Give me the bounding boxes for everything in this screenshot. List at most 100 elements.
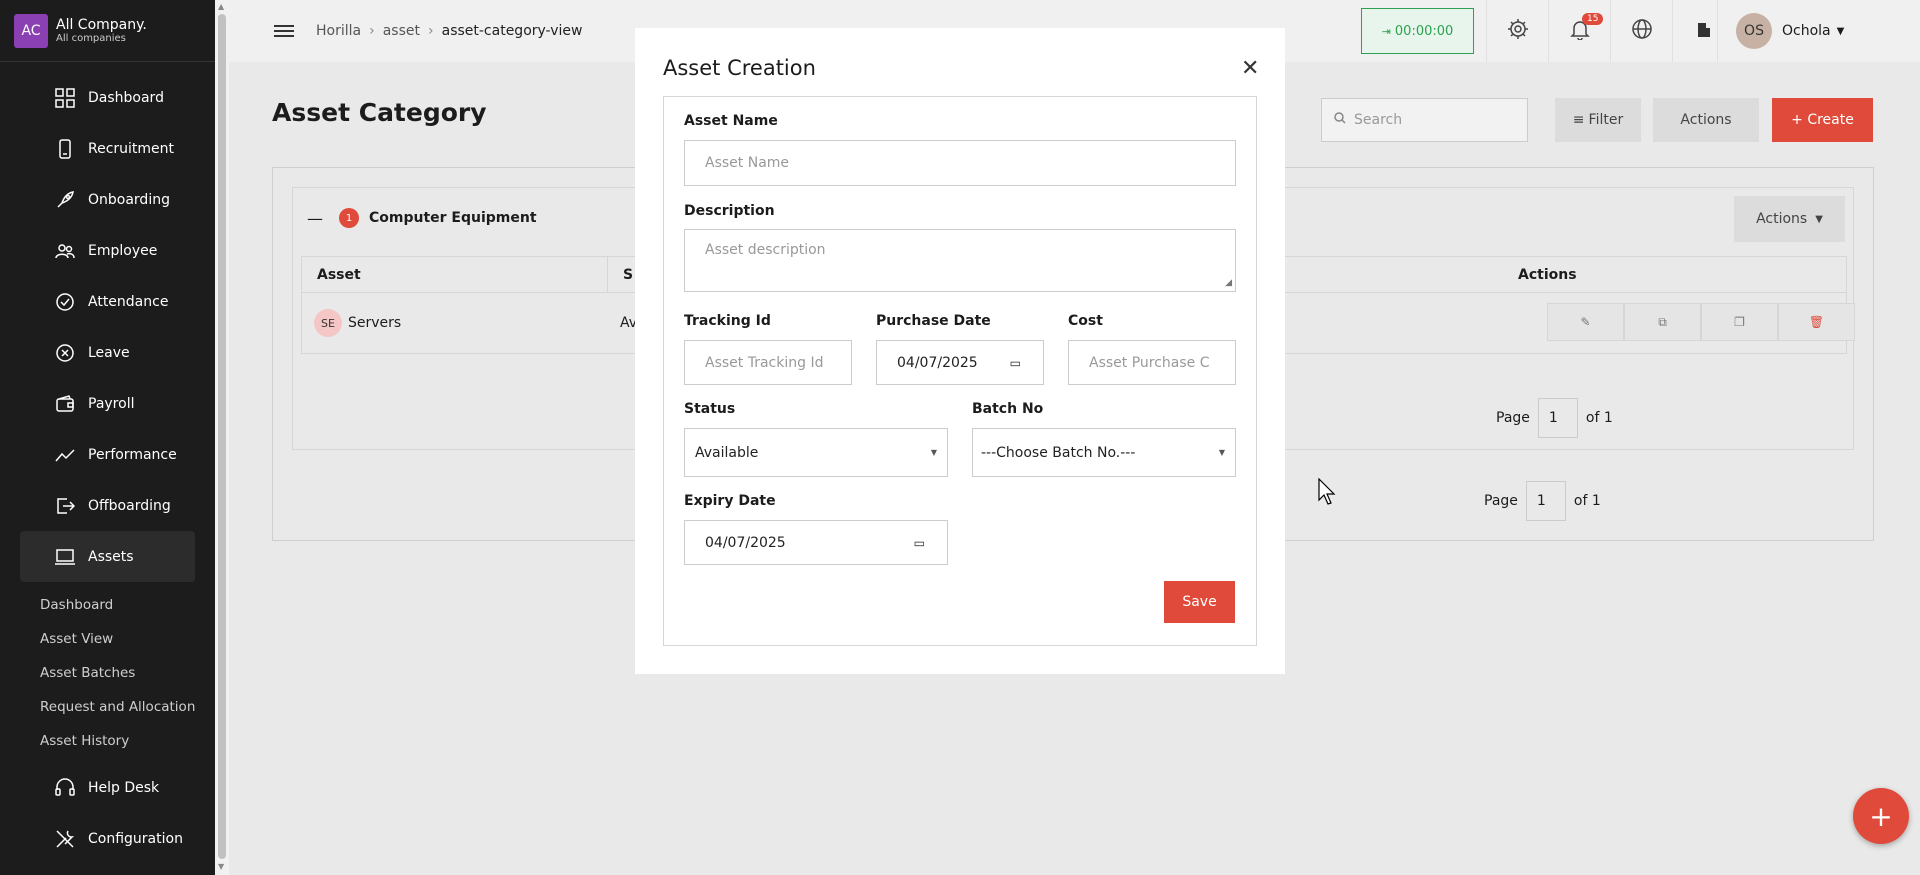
page-total: of 1 [1585, 410, 1613, 426]
chevron-down-icon: ▼ [1836, 25, 1845, 37]
notification-badge: 15 [1582, 13, 1604, 25]
chevron-down-icon: ▼ [1218, 448, 1225, 457]
sidebar-item-onboarding[interactable]: Onboarding [20, 174, 195, 225]
sidebar-subitem-request-allocation[interactable]: Request and Allocation [40, 690, 215, 724]
header-asset: Asset [302, 256, 608, 293]
company-switcher[interactable]: AC All Company. All companies [0, 0, 215, 62]
sidebar-item-dashboard[interactable]: Dashboard [20, 72, 195, 123]
grid-icon [54, 87, 76, 109]
status-label: Status [684, 401, 736, 417]
sidebar-item-assets[interactable]: Assets [20, 531, 195, 582]
filter-label: Filter [1588, 112, 1624, 128]
trash-icon[interactable]: 🗑 [1778, 303, 1855, 341]
sidebar-item-payroll[interactable]: Payroll [20, 378, 195, 429]
notifications-button[interactable]: 15 [1548, 0, 1610, 62]
save-button[interactable]: Save [1164, 581, 1235, 623]
page-title: Asset Category [272, 98, 487, 127]
header-actions: Actions [1518, 266, 1577, 283]
resize-handle-icon[interactable]: ◢ [1225, 278, 1232, 288]
menu-icon[interactable] [274, 22, 294, 40]
status-select[interactable]: Available ▼ [684, 428, 948, 477]
sidebar-item-help-desk[interactable]: Help Desk [20, 762, 195, 813]
building-icon [1697, 21, 1711, 41]
tracking-id-label: Tracking Id [684, 313, 771, 329]
mouse-cursor-icon [1318, 477, 1338, 510]
rocket-icon [54, 189, 76, 211]
edit-icon[interactable]: ✎ [1547, 303, 1624, 341]
caret-down-icon: ▼ [1815, 213, 1823, 225]
actions-label: Actions [1680, 112, 1732, 128]
sidebar-scrollbar[interactable]: ▲ ▼ [215, 0, 229, 875]
group-actions-label: Actions [1756, 211, 1808, 227]
sidebar-item-attendance[interactable]: Attendance [20, 276, 195, 327]
scroll-thumb[interactable] [218, 14, 226, 859]
sidebar-item-label: Assets [88, 548, 134, 565]
company-avatar: AC [14, 13, 48, 48]
copy-icon[interactable]: ❐ [1701, 303, 1778, 341]
page-label: Page [1496, 410, 1530, 426]
gear-icon [1507, 18, 1529, 44]
settings-button[interactable] [1486, 0, 1548, 62]
sidebar-item-label: Dashboard [88, 89, 164, 106]
avatar: SE [314, 309, 342, 337]
close-icon[interactable]: ✕ [1241, 56, 1259, 81]
actions-button[interactable]: Actions [1653, 98, 1759, 142]
asset-name: Servers [348, 315, 402, 331]
sidebar-item-recruitment[interactable]: Recruitment [20, 123, 195, 174]
sidebar-subitem-asset-batches[interactable]: Asset Batches [40, 656, 215, 690]
page-input[interactable]: 1 [1537, 398, 1578, 438]
sidebar-subitem-asset-view[interactable]: Asset View [40, 622, 215, 656]
scroll-down-icon[interactable]: ▼ [218, 862, 224, 871]
description-placeholder: Asset description [705, 242, 826, 258]
sidebar-item-offboarding[interactable]: Offboarding [20, 480, 195, 531]
x-circle-icon [54, 342, 76, 364]
breadcrumb-item[interactable]: asset [383, 23, 420, 39]
sidebar-item-leave[interactable]: Leave [20, 327, 195, 378]
page-total: of 1 [1573, 493, 1601, 509]
sidebar-item-employee[interactable]: Employee [20, 225, 195, 276]
expiry-date-input[interactable]: 04/07/2025 ▭ [684, 520, 948, 565]
batch-no-select[interactable]: ---Choose Batch No.--- ▼ [972, 428, 1236, 477]
sidebar-item-configuration[interactable]: Configuration [20, 813, 195, 864]
chevron-down-icon: ▼ [930, 448, 937, 457]
sidebar-item-label: Leave [88, 344, 130, 361]
phone-icon [54, 138, 76, 160]
language-button[interactable] [1610, 0, 1672, 62]
duplicate-icon[interactable]: ⧉ [1624, 303, 1701, 341]
clock-in-icon: ⇥ [1381, 24, 1391, 38]
scroll-up-icon[interactable]: ▲ [218, 2, 224, 11]
description-textarea[interactable]: Asset description ◢ [684, 229, 1236, 292]
breadcrumb-current: asset-category-view [441, 23, 583, 39]
purchase-date-input[interactable]: 04/07/2025 ▭ [876, 340, 1044, 385]
user-menu[interactable]: OS Ochola ▼ [1717, 0, 1844, 62]
page-label: Page [1484, 493, 1518, 509]
breadcrumb-item[interactable]: Horilla [316, 23, 361, 39]
header-batch: No [1248, 267, 1518, 283]
tools-icon [54, 828, 76, 850]
filter-icon: ≡ [1572, 112, 1585, 128]
purchase-date-label: Purchase Date [876, 313, 991, 329]
sidebar-item-performance[interactable]: Performance [20, 429, 195, 480]
expiry-date-label: Expiry Date [684, 493, 776, 509]
group-actions-button[interactable]: Actions ▼ [1734, 196, 1845, 242]
calendar-icon[interactable]: ▭ [1010, 356, 1021, 370]
add-fab-button[interactable]: + [1853, 788, 1909, 844]
sidebar-item-label: Performance [88, 446, 177, 463]
cost-input[interactable]: Asset Purchase C [1068, 340, 1236, 385]
create-button[interactable]: + Create [1772, 98, 1873, 142]
asset-name-input[interactable]: Asset Name [684, 140, 1236, 186]
sidebar-subitem-asset-history[interactable]: Asset History [40, 724, 215, 758]
calendar-icon[interactable]: ▭ [914, 536, 925, 550]
tracking-id-input[interactable]: Asset Tracking Id [684, 340, 852, 385]
search-input[interactable]: Search [1321, 98, 1528, 142]
search-icon [1334, 112, 1346, 128]
clock-in-button[interactable]: ⇥ 00:00:00 [1361, 8, 1474, 54]
sidebar-item-label: Payroll [88, 395, 135, 412]
pagination: Page 1 of 1 [1496, 398, 1613, 438]
sidebar-subitem-dashboard[interactable]: Dashboard [40, 588, 215, 622]
filter-button[interactable]: ≡ Filter [1555, 98, 1641, 142]
plus-icon: + [1869, 799, 1893, 833]
page-input[interactable]: 1 [1525, 481, 1566, 521]
sidebar-item-label: Employee [88, 242, 158, 259]
collapse-icon[interactable]: — [307, 209, 323, 228]
